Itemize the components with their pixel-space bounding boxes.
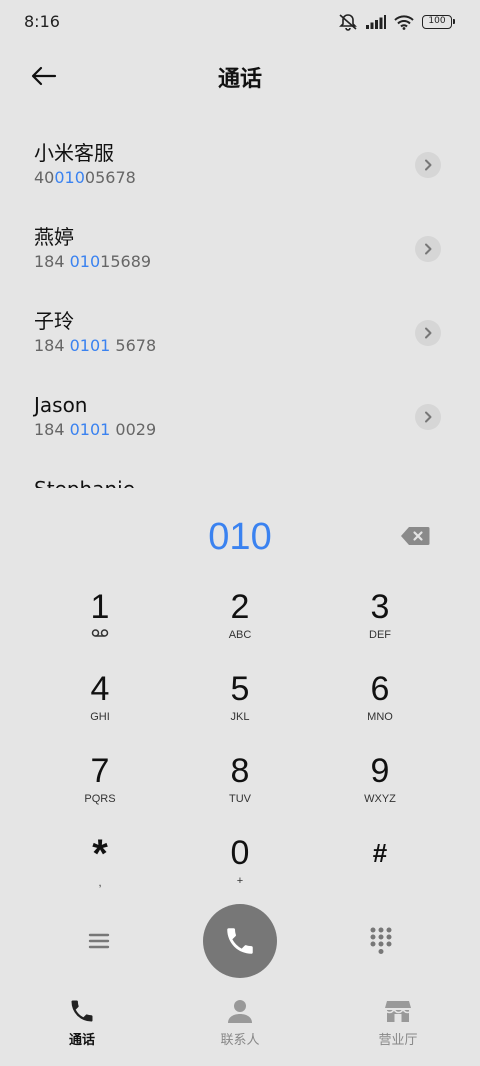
key-star[interactable]: * , bbox=[30, 826, 170, 908]
chevron-right-icon bbox=[425, 159, 432, 171]
backspace-button[interactable] bbox=[400, 526, 434, 548]
contact-number: 4001005678 bbox=[34, 168, 136, 187]
result-row[interactable]: 燕婷 184 01015689 bbox=[0, 206, 480, 290]
menu-button[interactable] bbox=[86, 928, 112, 954]
tab-calls-label: 通话 bbox=[68, 1033, 95, 1048]
chevron-right-icon bbox=[425, 411, 432, 423]
contact-number: 184 0101 0029 bbox=[34, 420, 157, 439]
tab-store-label: 营业厅 bbox=[378, 1033, 418, 1048]
key-4[interactable]: 4 GHI bbox=[30, 662, 170, 744]
search-results-list[interactable]: 小米客服 4001005678 燕婷 184 01015689 子玲 184 0… bbox=[0, 122, 480, 488]
wifi-icon bbox=[394, 14, 414, 30]
phone-icon bbox=[67, 996, 97, 1026]
contact-detail-button[interactable] bbox=[415, 404, 441, 430]
dialpad-icon bbox=[370, 927, 392, 954]
chevron-right-icon bbox=[425, 327, 432, 339]
chevron-right-icon bbox=[425, 243, 432, 255]
voicemail-icon bbox=[91, 628, 109, 642]
backspace-icon bbox=[401, 527, 430, 545]
contact-number: 184 01015689 bbox=[34, 252, 152, 271]
key-hash[interactable]: # bbox=[310, 826, 450, 908]
contact-detail-button[interactable] bbox=[415, 236, 441, 262]
status-icons: 100 bbox=[338, 12, 455, 32]
result-row[interactable]: Stephanie bbox=[0, 458, 480, 488]
contact-name: 子玲 bbox=[34, 309, 74, 333]
contact-name: 燕婷 bbox=[34, 225, 74, 249]
contact-name: Jason bbox=[34, 393, 88, 417]
signal-icon bbox=[366, 15, 386, 29]
contact-name: Stephanie bbox=[34, 476, 480, 488]
keypad: 1 2 ABC 3 DEF 4 GHI 5 JKL 6 MNO 7 PQRS 8… bbox=[30, 580, 450, 908]
header: 通话 bbox=[0, 50, 480, 100]
key-9[interactable]: 9 WXYZ bbox=[310, 744, 450, 826]
keypad-toggle-button[interactable] bbox=[368, 926, 394, 956]
bottom-nav: 通话 联系人 营业厅 bbox=[0, 996, 480, 1056]
page-title: 通话 bbox=[217, 67, 262, 92]
key-0[interactable]: 0 + bbox=[170, 826, 310, 908]
key-8[interactable]: 8 TUV bbox=[170, 744, 310, 826]
battery-icon: 100 bbox=[422, 15, 455, 29]
mute-bell-icon bbox=[338, 13, 358, 31]
key-5[interactable]: 5 JKL bbox=[170, 662, 310, 744]
call-button[interactable] bbox=[203, 904, 277, 978]
tab-contacts[interactable]: 联系人 bbox=[164, 996, 316, 1056]
status-time: 8:16 bbox=[24, 12, 60, 31]
key-1[interactable]: 1 bbox=[30, 580, 170, 662]
contact-name: 小米客服 bbox=[34, 141, 114, 165]
phone-icon bbox=[227, 928, 253, 954]
person-icon bbox=[225, 996, 255, 1026]
dial-display: 010 bbox=[0, 512, 480, 564]
result-row[interactable]: Jason 184 0101 0029 bbox=[0, 374, 480, 458]
menu-icon bbox=[88, 933, 110, 949]
dial-action-row bbox=[0, 904, 480, 980]
store-icon bbox=[383, 996, 413, 1026]
tab-calls[interactable]: 通话 bbox=[0, 996, 164, 1056]
result-row[interactable]: 子玲 184 0101 5678 bbox=[0, 290, 480, 374]
key-6[interactable]: 6 MNO bbox=[310, 662, 450, 744]
contact-number: 184 0101 5678 bbox=[34, 336, 157, 355]
key-3[interactable]: 3 DEF bbox=[310, 580, 450, 662]
status-bar: 8:16 100 bbox=[0, 0, 480, 44]
result-row[interactable]: 小米客服 4001005678 bbox=[0, 122, 480, 206]
tab-contacts-label: 联系人 bbox=[220, 1033, 260, 1048]
key-7[interactable]: 7 PQRS bbox=[30, 744, 170, 826]
contact-detail-button[interactable] bbox=[415, 320, 441, 346]
contact-detail-button[interactable] bbox=[415, 152, 441, 178]
key-2[interactable]: 2 ABC bbox=[170, 580, 310, 662]
tab-store[interactable]: 营业厅 bbox=[316, 996, 480, 1056]
